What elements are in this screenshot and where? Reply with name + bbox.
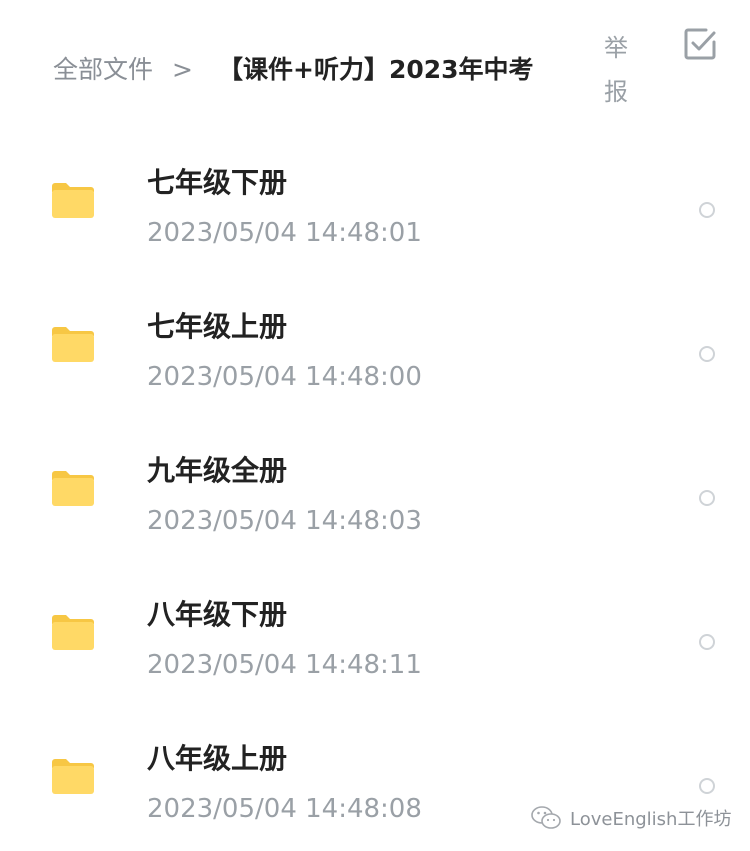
report-label-line1: 举: [604, 34, 628, 62]
folder-icon: [52, 327, 94, 362]
file-modified-time: 2023/05/04 14:48:11: [147, 650, 422, 680]
wechat-icon: [531, 806, 561, 829]
radio-circle-icon[interactable]: [699, 346, 715, 362]
select-all-button[interactable]: [682, 26, 718, 62]
file-modified-time: 2023/05/04 14:48:00: [147, 362, 422, 392]
radio-circle-icon[interactable]: [699, 778, 715, 794]
file-name: 八年级上册: [147, 742, 288, 775]
file-row[interactable]: 七年级下册 2023/05/04 14:48:01: [0, 130, 750, 274]
folder-icon: [52, 615, 94, 650]
file-name: 九年级全册: [147, 454, 288, 487]
report-button[interactable]: 举 报: [600, 26, 632, 114]
folder-icon: [52, 471, 94, 506]
breadcrumb-current-folder: 【课件+听力】2023年中考: [218, 55, 534, 84]
radio-circle-icon[interactable]: [699, 490, 715, 506]
file-name: 八年级下册: [147, 598, 288, 631]
file-row[interactable]: 七年级上册 2023/05/04 14:48:00: [0, 274, 750, 418]
file-name: 七年级下册: [147, 166, 288, 199]
breadcrumb-separator: >: [172, 55, 193, 84]
file-row[interactable]: 九年级全册 2023/05/04 14:48:03: [0, 418, 750, 562]
header-bar: 全部文件 > 【课件+听力】2023年中考 举 报: [0, 0, 750, 130]
folder-icon: [52, 759, 94, 794]
folder-icon: [52, 183, 94, 218]
file-modified-time: 2023/05/04 14:48:03: [147, 506, 422, 536]
report-label-line2: 报: [604, 78, 628, 106]
watermark: LoveEnglish工作坊: [530, 803, 731, 833]
radio-circle-icon[interactable]: [699, 634, 715, 650]
watermark-text: LoveEnglish工作坊: [570, 809, 732, 830]
checkbox-icon: [684, 28, 716, 60]
file-name: 七年级上册: [147, 310, 288, 343]
file-modified-time: 2023/05/04 14:48:08: [147, 794, 422, 824]
file-row[interactable]: 八年级下册 2023/05/04 14:48:11: [0, 562, 750, 706]
breadcrumb-root[interactable]: 全部文件: [53, 52, 153, 88]
file-modified-time: 2023/05/04 14:48:01: [147, 218, 422, 248]
radio-circle-icon[interactable]: [699, 202, 715, 218]
